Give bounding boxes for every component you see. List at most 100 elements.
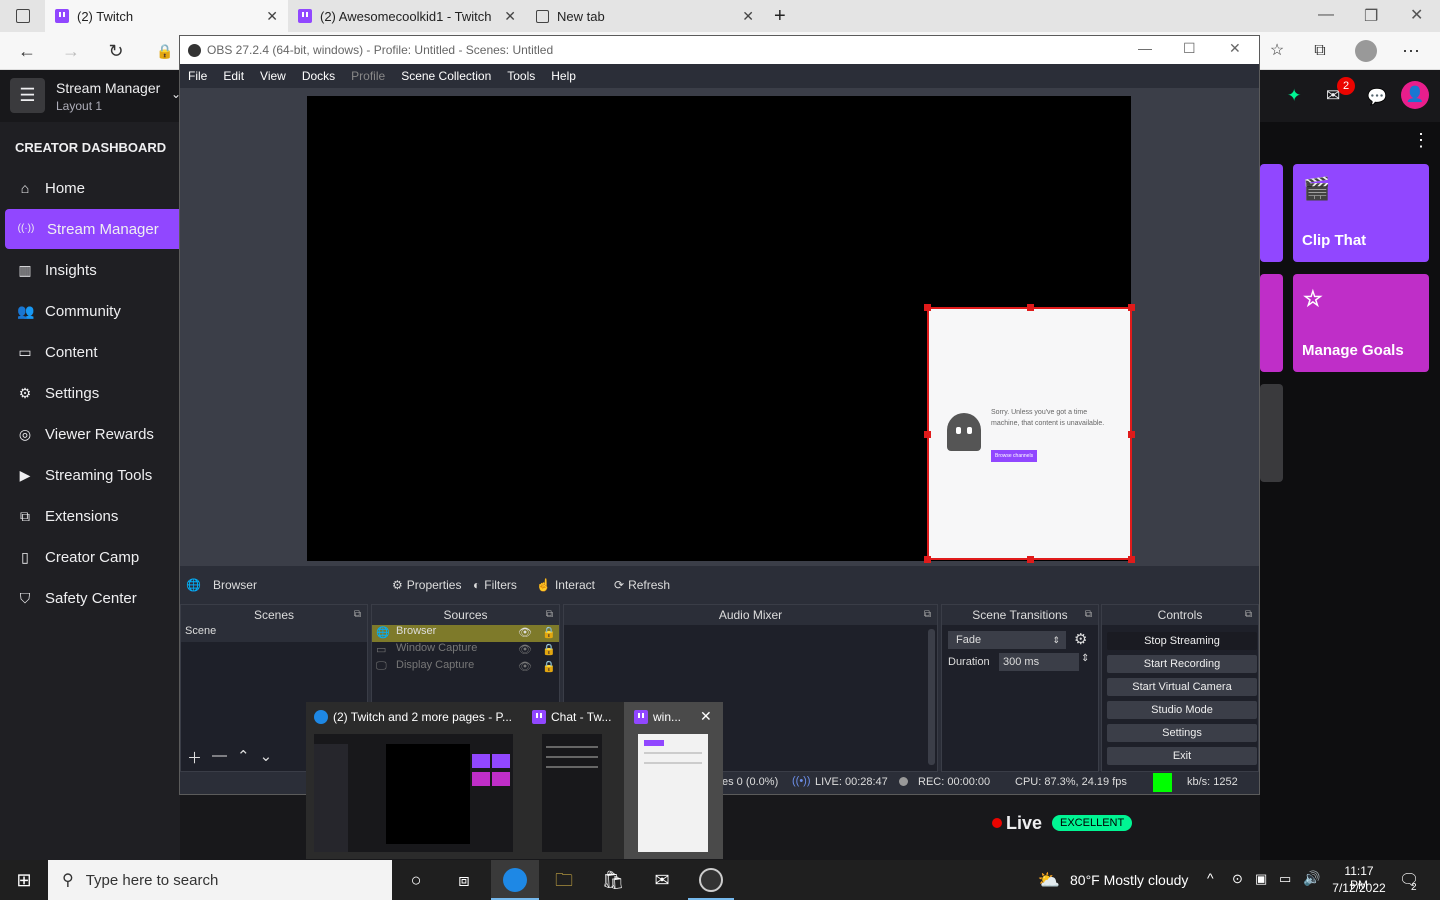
filters-button[interactable]: ◐ Filters <box>473 578 517 592</box>
popout-icon[interactable]: ⧉ <box>546 605 553 625</box>
obs-maximize-icon[interactable]: ☐ <box>1183 40 1196 57</box>
manage-goals-tile[interactable]: ☆ Manage Goals <box>1293 274 1429 372</box>
interact-button[interactable]: ☝ Interact <box>536 578 595 592</box>
browse-channels-button[interactable]: Browse channels <box>991 450 1038 462</box>
file-explorer-icon[interactable]: 🗀 <box>552 868 576 892</box>
eye-hidden-icon[interactable]: 👁 <box>518 660 532 673</box>
source-item-window-capture[interactable]: ▭ Window Capture 👁 🔒 <box>372 642 559 659</box>
eye-hidden-icon[interactable]: 👁 <box>518 643 532 656</box>
source-item-display-capture[interactable]: 🖵 Display Capture 👁 🔒 <box>372 659 559 676</box>
menu-tools[interactable]: Tools <box>499 69 543 83</box>
resize-handle[interactable] <box>1027 304 1034 311</box>
resize-handle[interactable] <box>1128 304 1135 311</box>
obs-minimize-icon[interactable]: — <box>1138 40 1152 56</box>
sidebar-item-creator-camp[interactable]: ▯ Creator Camp <box>5 537 180 577</box>
resize-handle[interactable] <box>924 556 931 563</box>
sidebar-item-community[interactable]: 👥 Community <box>5 291 180 331</box>
duration-stepper-icon[interactable]: ⇕ <box>1081 653 1089 664</box>
studio-mode-button[interactable]: Studio Mode <box>1107 701 1257 719</box>
favorites-star-icon[interactable]: ☆ <box>1264 38 1290 64</box>
thumbnail-hovered[interactable]: win... ✕ <box>624 702 723 859</box>
properties-button[interactable]: ⚙ Properties <box>392 578 461 592</box>
browser-source-preview[interactable]: Sorry. Unless you've got a time machine,… <box>924 304 1135 563</box>
close-tab-icon[interactable]: ✕ <box>504 8 516 25</box>
menu-hamburger-icon[interactable]: ☰ <box>10 78 45 113</box>
collections-icon[interactable]: ⧉ <box>1307 38 1333 64</box>
sidebar-item-safety-center[interactable]: ⛉ Safety Center <box>5 578 180 618</box>
obs-close-icon[interactable]: ✕ <box>1229 40 1241 57</box>
start-virtual-camera-button[interactable]: Start Virtual Camera <box>1107 678 1257 696</box>
display-icon[interactable]: ▭ <box>1279 871 1291 887</box>
close-tab-icon[interactable]: ✕ <box>742 8 754 25</box>
tray-app-icon[interactable]: ⊙ <box>1232 871 1243 887</box>
close-tab-icon[interactable]: ✕ <box>266 8 278 25</box>
task-view-icon[interactable]: ⧈ <box>452 868 476 892</box>
lock-icon[interactable]: 🔒 <box>542 626 556 639</box>
menu-help[interactable]: Help <box>543 69 584 83</box>
move-up-icon[interactable]: ⌃ <box>237 747 250 768</box>
menu-profile[interactable]: Profile <box>343 69 393 83</box>
sparkle-icon[interactable]: ✦ <box>1287 86 1301 106</box>
add-scene-icon[interactable]: ＋ <box>187 747 202 768</box>
quick-action-tile-partial[interactable] <box>1260 274 1283 372</box>
popout-icon[interactable]: ⧉ <box>924 605 931 625</box>
whispers-icon[interactable]: 💬 <box>1367 87 1387 107</box>
close-window-icon[interactable]: ✕ <box>1410 5 1423 25</box>
menu-view[interactable]: View <box>252 69 294 83</box>
resize-handle[interactable] <box>924 431 931 438</box>
sidebar-item-streaming-tools[interactable]: ▶ Streaming Tools <box>5 455 180 495</box>
popout-icon[interactable]: ⧉ <box>1245 605 1252 625</box>
taskbar-obs-button[interactable] <box>688 860 734 900</box>
thumbnail-title[interactable]: Chat - Tw... <box>532 710 618 724</box>
more-menu-icon[interactable]: ⋯ <box>1398 38 1424 64</box>
resize-handle[interactable] <box>1128 556 1135 563</box>
mixer-scrollbar[interactable] <box>928 629 935 765</box>
resize-handle[interactable] <box>1027 556 1034 563</box>
clock-date[interactable]: 7/12/2022 <box>1330 881 1388 895</box>
thumbnail-title[interactable]: (2) Twitch and 2 more pages - P... <box>314 710 524 724</box>
microsoft-store-icon[interactable]: 🛍 <box>601 868 625 892</box>
forward-arrow-icon[interactable]: → <box>58 38 84 64</box>
mail-icon[interactable]: ✉ <box>650 868 674 892</box>
new-tab-button[interactable]: + <box>764 0 800 32</box>
menu-edit[interactable]: Edit <box>215 69 252 83</box>
back-arrow-icon[interactable]: ← <box>14 38 40 64</box>
more-options-icon[interactable]: ⋮ <box>1412 130 1430 151</box>
menu-scene-collection[interactable]: Scene Collection <box>393 69 499 83</box>
taskbar-edge-button[interactable] <box>491 860 539 900</box>
exit-button[interactable]: Exit <box>1107 747 1257 765</box>
scene-item[interactable]: Scene <box>181 625 367 642</box>
sidebar-item-settings[interactable]: ⚙ Settings <box>5 373 180 413</box>
transition-select[interactable]: Fade ⇕ <box>948 631 1066 649</box>
resize-handle[interactable] <box>924 304 931 311</box>
duration-input[interactable]: 300 ms <box>999 653 1079 671</box>
tab-actions-button[interactable] <box>0 0 45 32</box>
profile-avatar[interactable] <box>1353 38 1379 64</box>
restore-icon[interactable]: ❐ <box>1364 6 1378 26</box>
start-windows-icon[interactable]: ⊞ <box>12 868 36 892</box>
browser-tab-new[interactable]: New tab ✕ <box>526 0 764 32</box>
cortana-icon[interactable]: ○ <box>404 868 428 892</box>
sidebar-item-insights[interactable]: ▥ Insights <box>5 250 180 290</box>
popout-icon[interactable]: ⧉ <box>1085 605 1092 625</box>
sidebar-item-stream-manager[interactable]: ((·)) Stream Manager <box>5 209 180 249</box>
menu-file[interactable]: File <box>180 69 215 83</box>
refresh-icon[interactable]: ↻ <box>103 38 129 64</box>
sidebar-item-content[interactable]: ▭ Content <box>5 332 180 372</box>
clip-that-tile[interactable]: 🎬 Clip That <box>1293 164 1429 262</box>
remove-scene-icon[interactable]: — <box>212 747 227 768</box>
browser-tab-awesomecoolkid[interactable]: (2) Awesomecoolkid1 - Twitch ✕ <box>288 0 526 32</box>
quick-action-tile-partial[interactable] <box>1260 384 1283 482</box>
lock-icon[interactable]: 🔒 <box>542 643 556 656</box>
move-down-icon[interactable]: ⌄ <box>260 747 273 768</box>
source-item-browser[interactable]: 🌐 Browser 👁 🔒 <box>372 625 559 642</box>
volume-icon[interactable]: 🔊 <box>1303 870 1320 887</box>
sidebar-item-extensions[interactable]: ⧉ Extensions <box>5 496 180 536</box>
taskbar-search-box[interactable]: ⚲ Type here to search <box>48 860 392 900</box>
popout-icon[interactable]: ⧉ <box>354 605 361 625</box>
resize-handle[interactable] <box>1128 431 1135 438</box>
lock-icon[interactable]: 🔒 <box>542 660 556 673</box>
close-thumbnail-icon[interactable]: ✕ <box>700 708 712 725</box>
browser-tab-twitch[interactable]: (2) Twitch ✕ <box>45 0 288 32</box>
weather-text[interactable]: 80°F Mostly cloudy <box>1070 872 1188 888</box>
